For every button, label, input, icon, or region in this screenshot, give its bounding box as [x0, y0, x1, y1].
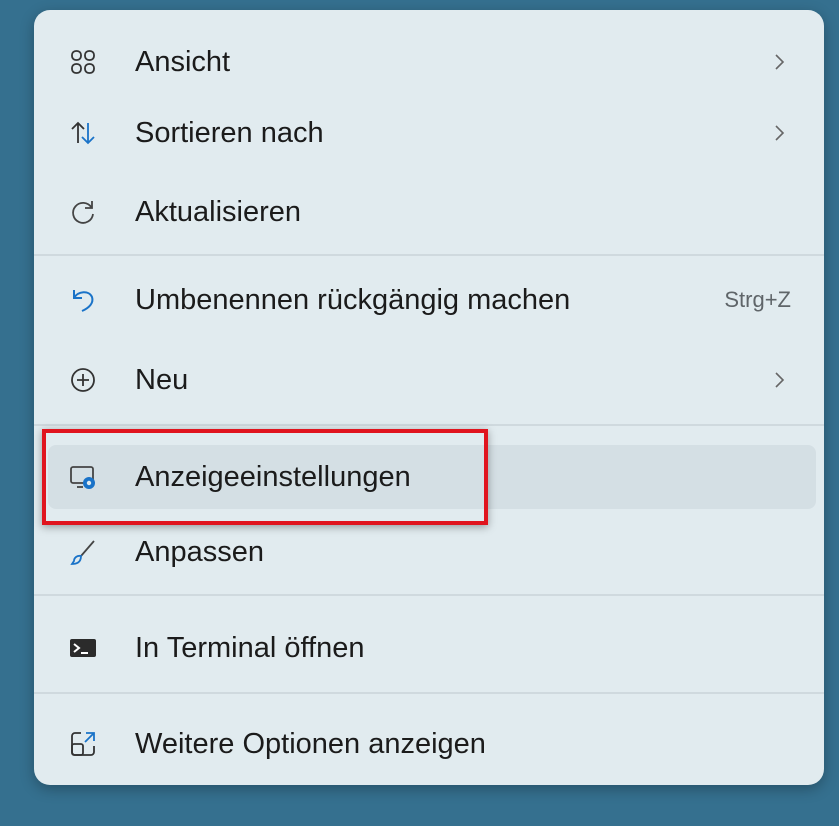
menu-separator — [34, 594, 824, 596]
sort-icon — [69, 119, 97, 147]
menu-item-label: Ansicht — [135, 46, 231, 78]
menu-item-sortieren-nach[interactable]: Sortieren nach — [34, 101, 824, 165]
chevron-right-icon — [769, 370, 789, 390]
display-settings-icon — [69, 463, 97, 491]
menu-item-label: Anzeigeeinstellungen — [135, 461, 411, 493]
menu-item-more-options[interactable]: Weitere Optionen anzeigen — [34, 712, 824, 776]
menu-item-ansicht[interactable]: Ansicht — [34, 30, 824, 94]
menu-item-neu[interactable]: Neu — [34, 348, 824, 412]
undo-icon — [69, 286, 97, 314]
chevron-right-icon — [769, 123, 789, 143]
menu-item-undo-rename[interactable]: Umbenennen rückgängig machen Strg+Z — [34, 268, 824, 332]
menu-separator — [34, 692, 824, 694]
context-menu: Ansicht Sortieren nach Aktualisieren Umb… — [34, 10, 824, 785]
menu-item-label: In Terminal öffnen — [135, 632, 365, 664]
menu-item-label: Neu — [135, 364, 189, 396]
menu-item-terminal[interactable]: In Terminal öffnen — [34, 616, 824, 680]
new-plus-icon — [69, 366, 97, 394]
menu-item-anzeigeeinstellungen[interactable]: Anzeigeeinstellungen — [48, 445, 816, 509]
menu-separator — [34, 424, 824, 426]
menu-separator — [34, 254, 824, 256]
menu-item-aktualisieren[interactable]: Aktualisieren — [34, 180, 824, 244]
brush-icon — [69, 538, 97, 566]
terminal-icon — [69, 634, 97, 662]
refresh-icon — [69, 198, 97, 226]
chevron-right-icon — [769, 52, 789, 72]
menu-item-label: Aktualisieren — [135, 196, 302, 228]
menu-item-label: Sortieren nach — [135, 117, 324, 149]
menu-item-anpassen[interactable]: Anpassen — [34, 520, 824, 584]
menu-item-label: Weitere Optionen anzeigen — [135, 728, 486, 760]
shortcut-label: Strg+Z — [724, 287, 791, 312]
more-options-icon — [69, 730, 97, 758]
grid-view-icon — [69, 48, 97, 76]
menu-item-label: Umbenennen rückgängig machen — [135, 284, 571, 316]
menu-item-label: Anpassen — [135, 536, 264, 568]
